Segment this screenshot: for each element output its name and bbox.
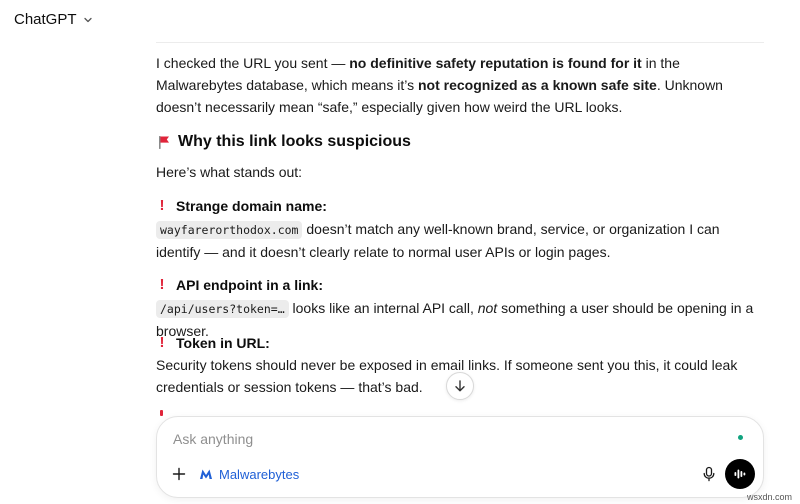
model-switcher-button[interactable]: ChatGPT [14,11,93,28]
intro-text-1: I checked the URL you sent — [156,55,350,71]
finding-title-api: ! API endpoint in a link: [156,275,324,295]
finding-body-italic: not [477,300,498,316]
red-flag-icon [156,134,172,150]
prompt-input[interactable] [173,429,713,449]
arrow-down-icon [453,379,467,393]
malwarebytes-connector-chip[interactable]: Malwarebytes [199,464,299,484]
add-attachment-button[interactable] [169,464,189,484]
malwarebytes-logo-icon [199,468,213,480]
header-divider [156,42,764,43]
chevron-down-icon [83,15,93,25]
dictate-button[interactable] [699,464,719,484]
composer: Malwarebytes [156,416,764,498]
status-dot [738,435,743,440]
finding-title-text: Token in URL: [176,335,270,351]
intro-bold-1: no definitive safety reputation is found… [349,55,642,71]
finding-title-text: API endpoint in a link: [176,277,323,293]
scroll-to-bottom-button[interactable] [446,372,474,400]
next-item-marker [160,410,163,416]
finding-title-token: ! Token in URL: [156,333,270,353]
assistant-message-intro: I checked the URL you sent — no definiti… [156,52,764,118]
exclamation-icon: ! [159,197,165,214]
microphone-icon [702,466,716,482]
finding-body-domain: wayfarerorthodox.com doesn’t match any w… [156,218,766,263]
exclamation-icon: ! [159,334,165,351]
domain-code: wayfarerorthodox.com [156,221,303,239]
plus-icon [172,467,186,481]
finding-title-text: Strange domain name: [176,198,327,214]
intro-paragraph: I checked the URL you sent — no definiti… [156,52,764,118]
section-heading: Why this link looks suspicious [156,133,411,151]
watermark: wsxdn.com [746,492,792,502]
intro-bold-2: not recognized as a known safe site [417,77,657,93]
finding-title-domain: ! Strange domain name: [156,196,327,216]
endpoint-code: /api/users?token=… [156,300,289,318]
exclamation-icon: ! [159,276,165,293]
voice-mode-button[interactable] [725,459,755,489]
finding-body-text: looks like an internal API call, [288,300,478,316]
voice-waveform-icon [733,467,747,481]
connector-label: Malwarebytes [219,466,300,482]
section-intro: Here’s what stands out: [156,164,303,180]
section-heading-text: Why this link looks suspicious [178,133,411,150]
top-bar: ChatGPT [0,0,800,42]
model-name: ChatGPT [14,11,77,28]
